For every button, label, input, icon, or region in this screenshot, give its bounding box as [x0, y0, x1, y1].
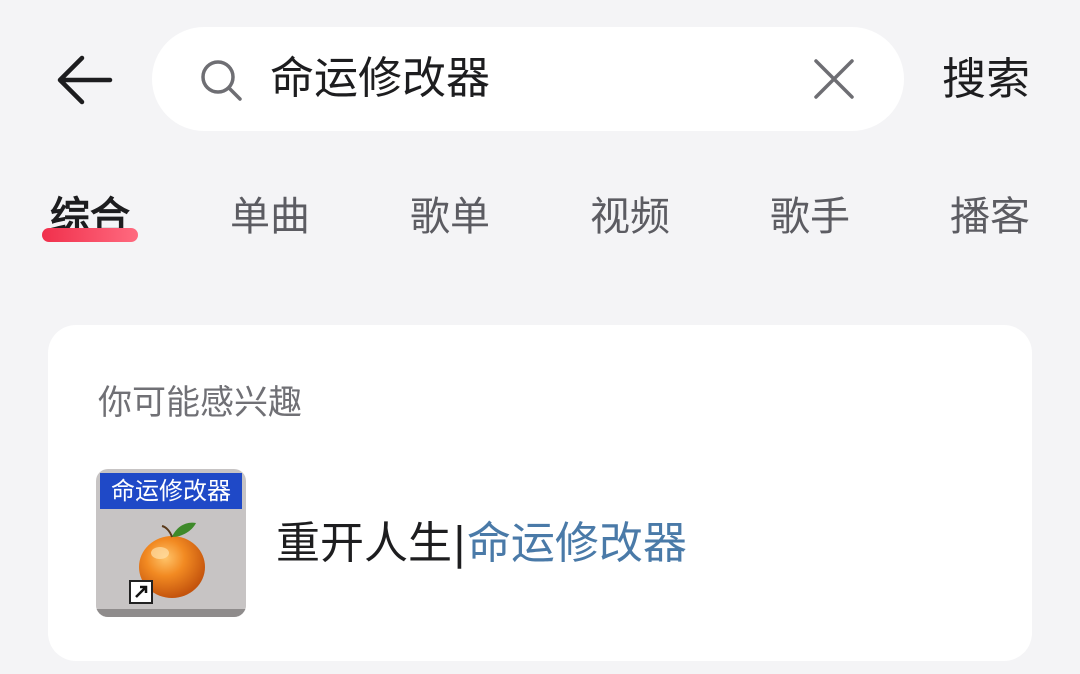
- suggestion-card-title: 你可能感兴趣: [98, 383, 302, 423]
- tab-videos[interactable]: 视频: [590, 180, 670, 260]
- tab-playlists[interactable]: 歌单: [410, 180, 490, 260]
- tab-podcasts[interactable]: 播客: [950, 180, 1030, 260]
- active-tab-indicator: [42, 228, 138, 242]
- title-highlight: 命运修改器: [466, 518, 687, 569]
- search-button[interactable]: 搜索: [926, 40, 1046, 120]
- suggestion-thumbnail: 命运修改器: [96, 469, 246, 617]
- close-icon: [814, 59, 854, 99]
- back-button[interactable]: [48, 48, 120, 112]
- arrow-left-icon: [57, 55, 113, 105]
- tab-all[interactable]: 综合: [50, 180, 130, 260]
- search-icon: [201, 60, 242, 101]
- tab-songs[interactable]: 单曲: [230, 180, 310, 260]
- search-results-page: 命运修改器 搜索 综合 单曲 歌单 视频 歌手 播客 你可能感兴趣 命运修改器: [0, 0, 1080, 674]
- tab-artists[interactable]: 歌手: [770, 180, 850, 260]
- suggestion-item-title[interactable]: 重开人生|命运修改器: [276, 511, 687, 577]
- orange-shortcut-icon: [96, 509, 246, 617]
- search-input[interactable]: 命运修改器: [152, 27, 904, 131]
- clear-search-button[interactable]: [810, 55, 858, 103]
- suggestion-item[interactable]: 命运修改器 重开人生|命运修改器: [96, 469, 996, 619]
- title-prefix: 重开人生|: [276, 518, 467, 569]
- result-tabs: 综合 单曲 歌单 视频 歌手 播客: [0, 180, 1080, 260]
- search-query-text[interactable]: 命运修改器: [270, 27, 490, 131]
- thumbnail-banner: 命运修改器: [100, 473, 242, 509]
- suggestion-card: 你可能感兴趣 命运修改器 重开人生|命运修改器: [48, 325, 1032, 661]
